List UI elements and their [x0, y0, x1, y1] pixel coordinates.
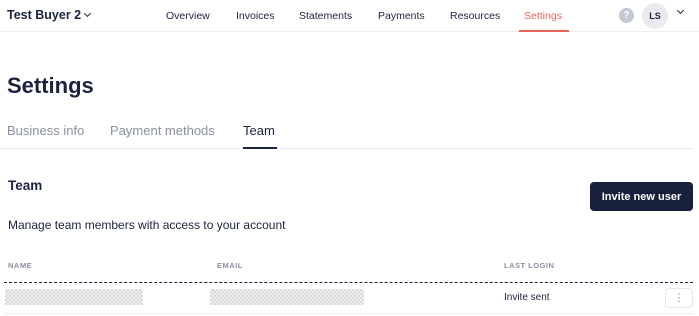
tab-business-info[interactable]: Business info [7, 123, 84, 138]
page-title: Settings [7, 73, 94, 98]
column-header-name[interactable]: NAME [8, 261, 32, 270]
avatar[interactable]: LS [642, 3, 668, 29]
chevron-down-icon [84, 9, 92, 18]
active-nav-indicator [519, 30, 569, 32]
top-navigation-bar: Test Buyer 2 Overview Invoices Statement… [0, 0, 699, 32]
section-title: Team [8, 178, 43, 193]
section-description: Manage team members with access to your … [8, 218, 286, 232]
chevron-down-icon[interactable] [676, 6, 685, 15]
column-header-last-login[interactable]: LAST LOGIN [504, 261, 554, 270]
header-divider [4, 282, 693, 283]
settings-tabs: Business info Payment methods Team [0, 120, 693, 149]
account-switcher[interactable]: Test Buyer 2 [7, 8, 92, 22]
nav-item-payments[interactable]: Payments [378, 10, 425, 22]
account-name: Test Buyer 2 [7, 8, 82, 22]
redacted-name [5, 289, 143, 305]
nav-item-settings[interactable]: Settings [524, 10, 562, 22]
tab-team[interactable]: Team [243, 123, 275, 138]
last-login-status: Invite sent [504, 292, 550, 303]
redacted-email [210, 289, 364, 305]
row-divider [4, 313, 693, 314]
column-header-email[interactable]: EMAIL [217, 261, 243, 270]
help-icon[interactable]: ? [619, 8, 634, 23]
active-tab-indicator [243, 147, 277, 149]
more-vertical-icon[interactable]: ⋮ [665, 288, 693, 308]
invite-new-user-button[interactable]: Invite new user [590, 182, 693, 211]
nav-item-resources[interactable]: Resources [450, 10, 500, 22]
tab-payment-methods[interactable]: Payment methods [110, 123, 215, 138]
nav-item-invoices[interactable]: Invoices [236, 10, 275, 22]
nav-item-overview[interactable]: Overview [166, 10, 210, 22]
nav-item-statements[interactable]: Statements [299, 10, 352, 22]
